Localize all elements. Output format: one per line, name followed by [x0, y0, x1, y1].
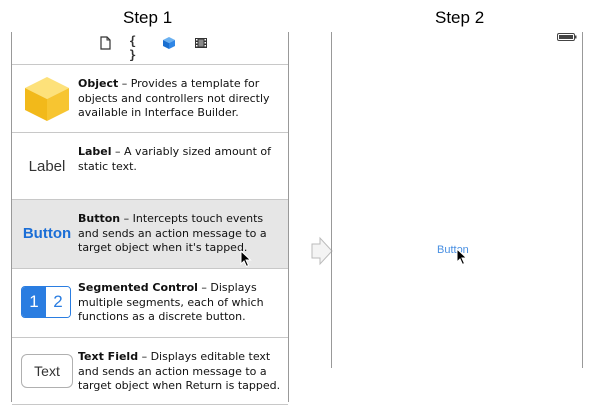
- text-field-thumbnail: Text: [21, 354, 73, 388]
- label-item-title: Label: [78, 145, 112, 158]
- object-item-title: Object: [78, 77, 119, 90]
- segment-1: 1: [22, 287, 46, 317]
- device-canvas-left-border: [331, 32, 332, 368]
- segmented-control-item-title: Segmented Control: [78, 281, 198, 294]
- library-item-object[interactable]: Object – Provides a template for objects…: [12, 65, 288, 133]
- library-tab-bar: { }: [12, 30, 288, 62]
- library-panel-right-border: [288, 32, 289, 402]
- segmented-control-thumbnail: 1 2: [21, 286, 71, 318]
- label-item-description: Label – A variably sized amount of stati…: [78, 145, 284, 174]
- library-item-text-field[interactable]: Text Text Field – Displays editable text…: [12, 338, 288, 406]
- library-divider: [12, 404, 288, 405]
- library-item-label[interactable]: Label Label – A variably sized amount of…: [12, 133, 288, 201]
- text-field-item-description: Text Field – Displays editable text and …: [78, 350, 284, 394]
- step-2-title: Step 2: [435, 8, 485, 27]
- library-item-segmented-control[interactable]: 1 2 Segmented Control – Displays multipl…: [12, 269, 288, 337]
- button-item-description: Button – Intercepts touch events and sen…: [78, 212, 284, 256]
- segmented-control-item-description: Segmented Control – Displays multiple se…: [78, 281, 284, 325]
- object-cube-icon: [25, 77, 69, 121]
- object-item-description: Object – Provides a template for objects…: [78, 77, 284, 121]
- library-item-button[interactable]: Button Button – Intercepts touch events …: [12, 200, 288, 268]
- step-1-title: Step 1: [123, 8, 173, 27]
- media-library-icon[interactable]: [194, 36, 208, 50]
- text-field-item-title: Text Field: [78, 350, 139, 363]
- object-library-icon[interactable]: [162, 36, 176, 50]
- button-item-title: Button: [78, 212, 121, 225]
- mouse-cursor-icon: [456, 248, 468, 266]
- segment-2: 2: [46, 287, 70, 317]
- mouse-cursor-icon: [240, 250, 252, 268]
- battery-icon: [557, 33, 577, 41]
- code-snippet-icon[interactable]: { }: [129, 34, 149, 62]
- label-thumbnail: Label: [28, 158, 66, 175]
- device-canvas-right-border: [582, 32, 583, 368]
- file-template-icon[interactable]: [98, 36, 112, 50]
- button-thumbnail: Button: [22, 225, 72, 242]
